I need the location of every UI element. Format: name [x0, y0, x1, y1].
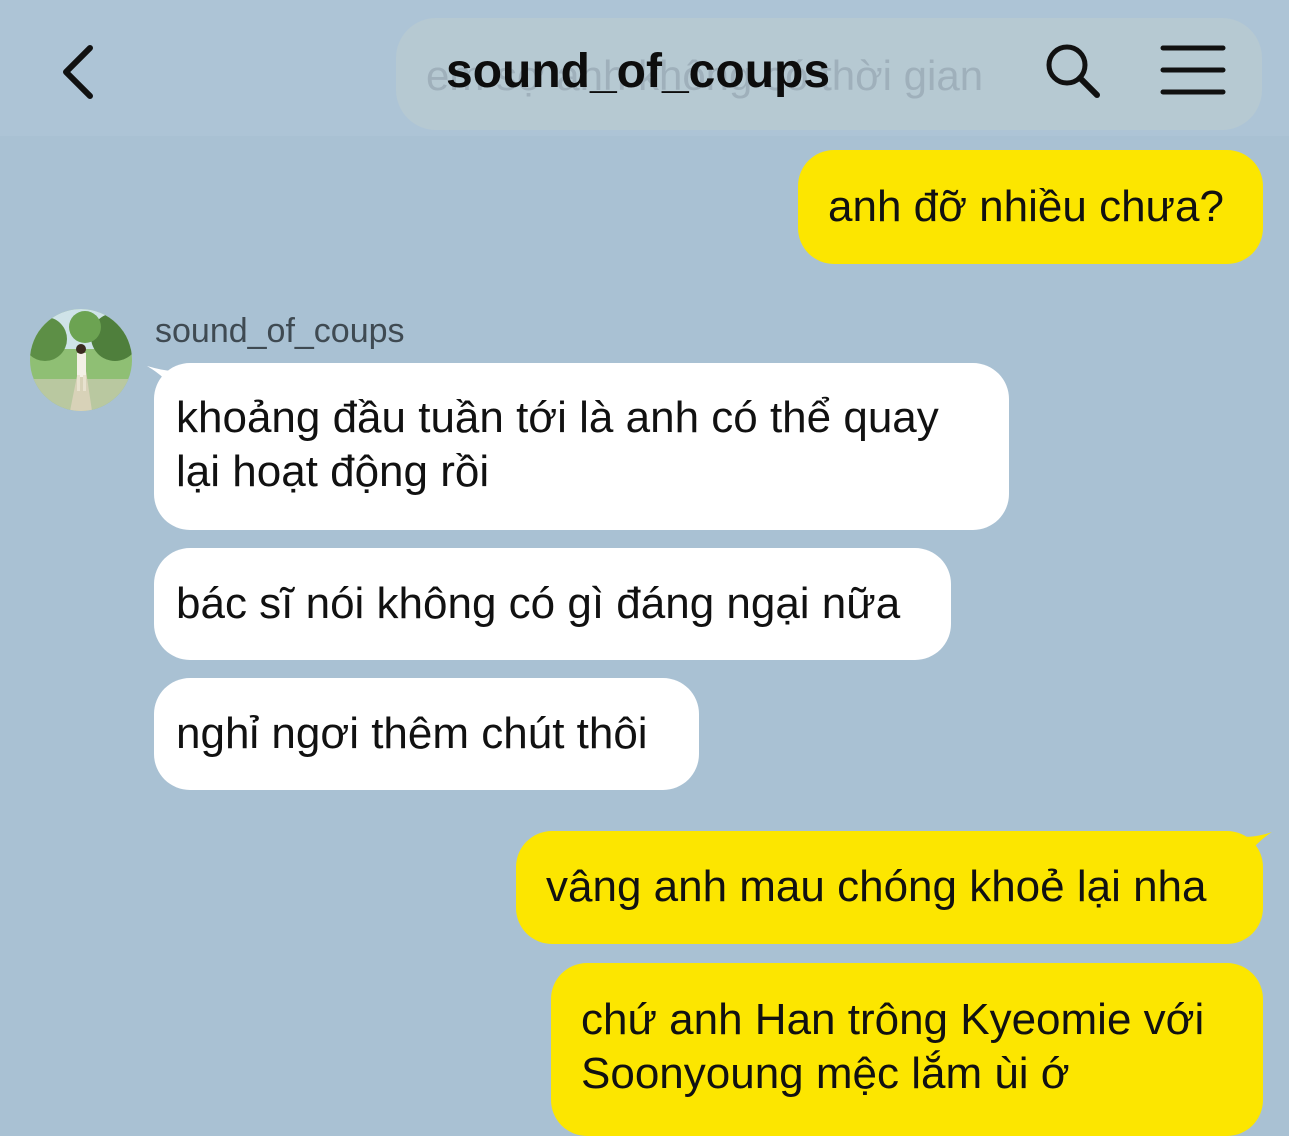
message-text: nghỉ ngơi thêm chút thôi	[176, 709, 648, 758]
message-bubble-sent[interactable]: vâng anh mau chóng khoẻ lại nha	[516, 831, 1263, 944]
message-text: vâng anh mau chóng khoẻ lại nha	[546, 862, 1207, 911]
message-text: anh đỡ nhiều chưa?	[828, 182, 1224, 231]
message-text-line: lại hoạt động rồi	[176, 447, 490, 496]
sender-name: sound_of_coups	[155, 312, 405, 350]
search-icon[interactable]	[1044, 42, 1102, 100]
contact-avatar[interactable]	[30, 309, 132, 411]
message-text-line: chứ anh Han trông Kyeomie với	[581, 995, 1205, 1044]
message-bubble-received[interactable]: bác sĩ nói không có gì đáng ngại nữa	[154, 548, 951, 660]
message-text-line: khoảng đầu tuần tới là anh có thể quay	[176, 393, 939, 442]
hamburger-menu-icon[interactable]	[1160, 44, 1226, 96]
message-bubble-received[interactable]: khoảng đầu tuần tới là anh có thể quay l…	[154, 363, 1009, 530]
message-bubble-sent[interactable]: chứ anh Han trông Kyeomie với Soonyoung …	[551, 963, 1263, 1136]
message-text-line: Soonyoung mệc lắm ùi ớ	[581, 1049, 1070, 1098]
chevron-left-icon[interactable]	[56, 42, 102, 102]
message-text: bác sĩ nói không có gì đáng ngại nữa	[176, 579, 901, 628]
message-bubble-received[interactable]: nghỉ ngơi thêm chút thôi	[154, 678, 699, 790]
chat-title: sound_of_coups	[446, 45, 831, 98]
message-bubble-sent[interactable]: anh đỡ nhiều chưa?	[798, 150, 1263, 264]
